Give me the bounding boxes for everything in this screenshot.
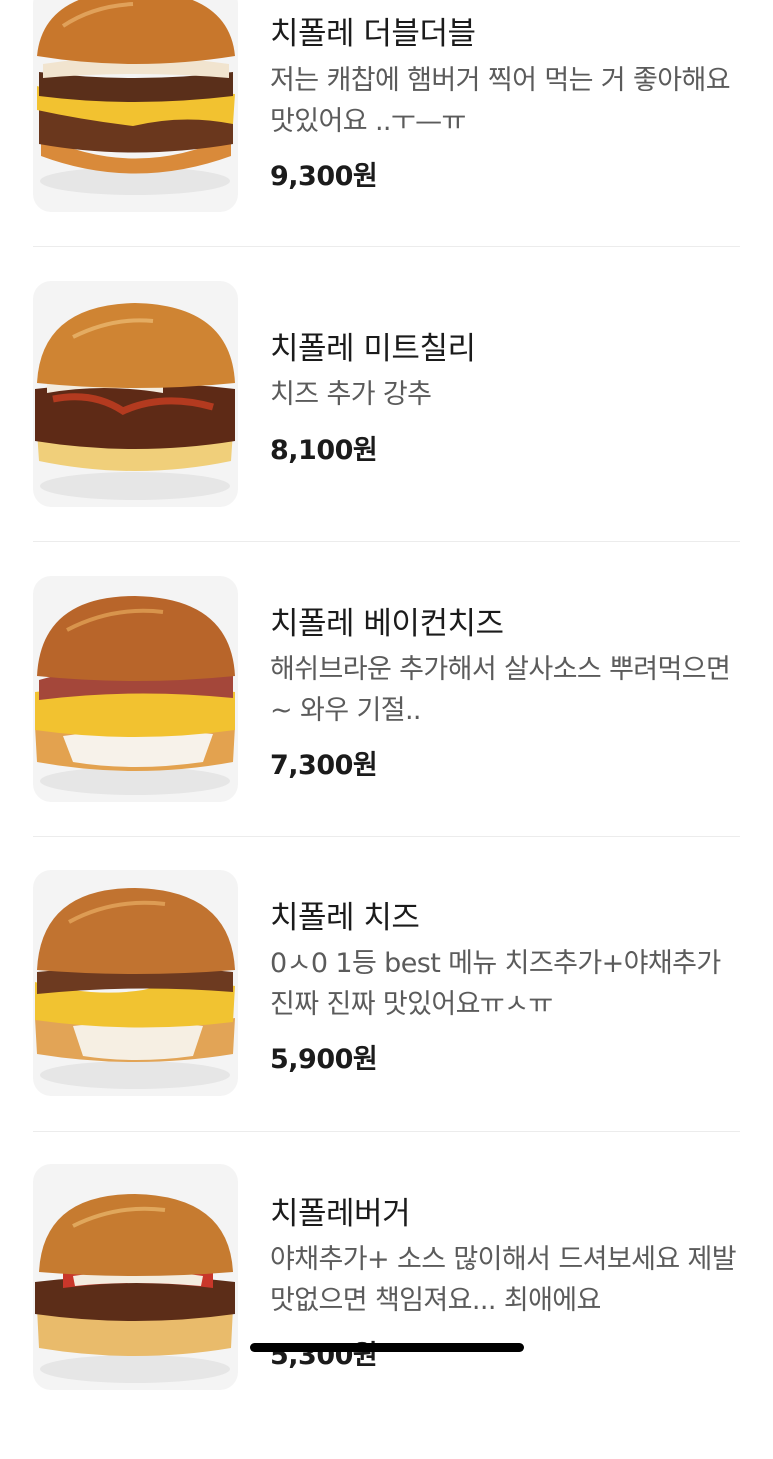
divider	[33, 836, 740, 837]
menu-item-price: 5,300원	[270, 1340, 378, 1371]
burger-image	[33, 870, 238, 1096]
menu-item-price: 8,100원	[270, 435, 378, 466]
menu-item-description: 야채추가+ 소스 많이해서 드셔보세요 제발 맛없으면 책임져요... 최애에요	[270, 1244, 737, 1316]
burger-image	[33, 0, 238, 212]
divider	[33, 541, 740, 542]
menu-item[interactable]: 치폴레 미트칠리 치즈 추가 강추 8,100원	[0, 281, 773, 576]
burger-image	[33, 1164, 238, 1390]
menu-item-name: 치폴레 베이컨치즈	[270, 606, 504, 642]
divider	[33, 1131, 740, 1132]
menu-item-price: 9,300원	[270, 161, 378, 192]
menu-item[interactable]: 치폴레 더블더블 저는 캐찹에 햄버거 찍어 먹는 거 좋아해요 맛있어요 ..…	[0, 0, 773, 295]
menu-item[interactable]: 치폴레 치즈 0ㅅ0 1등 best 메뉴 치즈추가+야채추가 진짜 진짜 맛있…	[0, 870, 773, 1165]
home-indicator[interactable]	[250, 1343, 524, 1352]
menu-item-description: 해쉬브라운 추가해서 살사소스 뿌려먹으면~ 와우 기절..	[270, 654, 731, 726]
menu-item[interactable]: 치폴레버거 야채추가+ 소스 많이해서 드셔보세요 제발 맛없으면 책임져요..…	[0, 1164, 773, 1459]
menu-item-description: 0ㅅ0 1등 best 메뉴 치즈추가+야채추가 진짜 진짜 맛있어요ㅠㅅㅠ	[270, 948, 721, 1020]
menu-item-name: 치폴레 더블더블	[270, 16, 476, 52]
burger-image	[33, 281, 238, 507]
menu-item-description: 저는 캐찹에 햄버거 찍어 먹는 거 좋아해요 맛있어요 ..ㅜ—ㅠ	[270, 65, 731, 137]
burger-image	[33, 576, 238, 802]
menu-item-description: 치즈 추가 강추	[270, 379, 432, 410]
divider	[33, 246, 740, 247]
menu-item[interactable]: 치폴레 베이컨치즈 해쉬브라운 추가해서 살사소스 뿌려먹으면~ 와우 기절..…	[0, 576, 773, 871]
menu-item-name: 치폴레버거	[270, 1196, 411, 1232]
menu-item-price: 7,300원	[270, 750, 378, 781]
menu-item-name: 치폴레 치즈	[270, 900, 420, 936]
menu-item-name: 치폴레 미트칠리	[270, 331, 476, 367]
menu-item-price: 5,900원	[270, 1044, 378, 1075]
